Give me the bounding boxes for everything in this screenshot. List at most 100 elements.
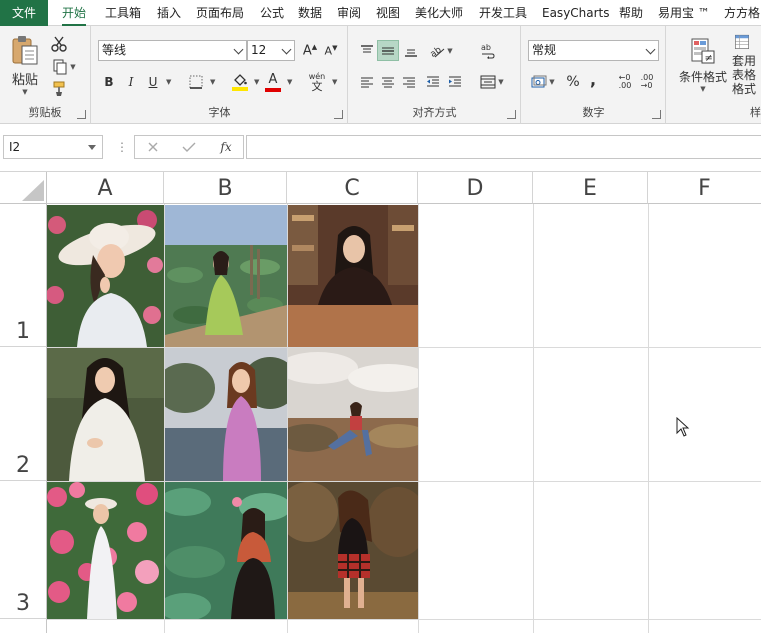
merge-cells-icon: [480, 75, 496, 89]
menu-easycharts[interactable]: EasyCharts: [542, 0, 610, 26]
row-header-2[interactable]: 2: [0, 347, 47, 481]
photo-woman-lotus-leaves[interactable]: [165, 482, 287, 619]
increase-indent-button[interactable]: [445, 72, 465, 92]
column-header-d[interactable]: D: [418, 172, 533, 204]
menu-easyuse[interactable]: 易用宝 ™: [658, 0, 710, 26]
row-header-3[interactable]: 3: [0, 481, 47, 619]
fill-color-swatch: [232, 86, 248, 91]
menu-toolbox[interactable]: 工具箱: [105, 0, 141, 26]
merge-center-button[interactable]: ▼: [477, 72, 507, 92]
table-format-button[interactable]: 套用表格格式: [729, 34, 761, 96]
row-header-4[interactable]: [0, 619, 47, 633]
align-center-button[interactable]: [378, 72, 398, 92]
font-color-dropdown-icon[interactable]: ▼: [287, 78, 292, 86]
shrink-font-button[interactable]: A▼: [321, 40, 341, 61]
paintbrush-icon: [53, 81, 65, 96]
row-header-1[interactable]: 1: [0, 204, 47, 347]
menu-insert[interactable]: 插入: [157, 0, 181, 26]
photo-woman-white-dress[interactable]: [47, 348, 164, 481]
clipboard-launcher-icon[interactable]: [77, 110, 86, 119]
bold-button[interactable]: B: [100, 72, 118, 92]
paste-dropdown-icon: ▼: [22, 88, 28, 96]
font-color-swatch: [265, 87, 281, 92]
align-left-button[interactable]: [357, 72, 377, 92]
svg-text:ab: ab: [481, 43, 491, 52]
menu-help[interactable]: 帮助: [619, 0, 643, 26]
align-middle-button[interactable]: [377, 40, 399, 61]
number-launcher-icon[interactable]: [652, 110, 661, 119]
fill-color-dropdown-icon[interactable]: ▼: [254, 78, 259, 86]
menu-beautify[interactable]: 美化大师: [415, 0, 463, 26]
menu-fangfangge[interactable]: 方方格: [724, 0, 760, 26]
menu-formulas[interactable]: 公式: [260, 0, 284, 26]
menu-developer[interactable]: 开发工具: [479, 0, 527, 26]
photo-woman-sun-hat[interactable]: [47, 205, 164, 347]
align-top-button[interactable]: [357, 40, 377, 61]
copy-button[interactable]: ▼: [48, 57, 80, 77]
column-header-c[interactable]: C: [287, 172, 418, 204]
cut-button[interactable]: [48, 34, 70, 54]
font-name-value: 等线: [102, 43, 127, 57]
grow-font-button[interactable]: A▲: [300, 40, 320, 61]
orientation-button[interactable]: ab ▼: [427, 40, 455, 61]
italic-button[interactable]: I: [122, 72, 140, 92]
menu-view[interactable]: 视图: [376, 0, 400, 26]
photo-woman-plaid-skirt[interactable]: [288, 482, 418, 619]
menu-page-layout[interactable]: 页面布局: [196, 0, 244, 26]
enter-button[interactable]: [179, 138, 199, 156]
phonetic-dropdown-icon[interactable]: ▼: [332, 78, 337, 86]
photo-woman-pink-dress[interactable]: [165, 348, 287, 481]
phonetic-button[interactable]: wén 文: [304, 70, 330, 94]
svg-text:≠: ≠: [705, 53, 713, 64]
chevron-down-icon: [645, 44, 656, 55]
column-header-a[interactable]: A: [47, 172, 164, 204]
increase-decimal-button[interactable]: ←0.00: [615, 72, 635, 92]
percent-button[interactable]: %: [564, 72, 582, 92]
paste-button[interactable]: 粘贴 ▼: [6, 34, 44, 96]
number-format-combo[interactable]: 常规: [528, 40, 659, 61]
menu-review[interactable]: 审阅: [337, 0, 361, 26]
formula-bar-grip-icon[interactable]: ⋮: [116, 140, 128, 154]
cancel-button[interactable]: [143, 138, 163, 156]
photo-woman-at-table[interactable]: [288, 205, 418, 347]
column-header-b[interactable]: B: [164, 172, 287, 204]
photo-woman-lotus-pond[interactable]: [165, 205, 287, 347]
font-name-combo[interactable]: 等线: [98, 40, 247, 61]
paste-icon: [12, 36, 38, 65]
font-color-button[interactable]: A: [263, 70, 283, 94]
name-box[interactable]: I2: [3, 135, 103, 159]
fill-color-button[interactable]: [230, 70, 250, 94]
column-header-e[interactable]: E: [533, 172, 648, 204]
orientation-dropdown-icon: ▼: [447, 46, 453, 55]
align-center-icon: [382, 77, 394, 88]
format-painter-button[interactable]: [48, 79, 70, 99]
column-header-f[interactable]: F: [648, 172, 761, 204]
font-size-combo[interactable]: 12: [247, 40, 295, 61]
number-group-label: 数字: [582, 106, 605, 119]
phonetic-char-icon: 文: [311, 80, 323, 93]
align-right-button[interactable]: [399, 72, 419, 92]
border-button[interactable]: [186, 72, 206, 92]
menu-file[interactable]: 文件: [0, 0, 48, 26]
formula-input[interactable]: [246, 135, 761, 159]
wrap-text-button[interactable]: ab: [477, 40, 499, 61]
alignment-launcher-icon[interactable]: [507, 110, 516, 119]
underline-dropdown-icon[interactable]: ▼: [166, 78, 171, 86]
decrease-indent-button[interactable]: [423, 72, 443, 92]
photo-woman-flowers[interactable]: [47, 482, 164, 619]
comma-button[interactable]: ,: [586, 69, 600, 89]
currency-icon: [531, 75, 547, 88]
insert-function-button[interactable]: fx: [215, 137, 237, 157]
worksheet-grid: A B C D E F 1 2 3: [0, 172, 761, 633]
photo-woman-on-rocks[interactable]: [288, 348, 418, 481]
menu-data[interactable]: 数据: [298, 0, 322, 26]
font-launcher-icon[interactable]: [334, 110, 343, 119]
menu-home[interactable]: 开始: [62, 0, 87, 26]
conditional-format-button[interactable]: ≠ 条件格式 ▼: [673, 34, 733, 96]
select-all-button[interactable]: [0, 172, 47, 204]
border-dropdown-icon[interactable]: ▼: [210, 78, 215, 86]
accounting-format-button[interactable]: ▼: [528, 72, 558, 92]
underline-button[interactable]: U: [144, 72, 162, 92]
decrease-decimal-button[interactable]: .00 →0: [637, 72, 657, 92]
align-bottom-button[interactable]: [401, 40, 421, 61]
